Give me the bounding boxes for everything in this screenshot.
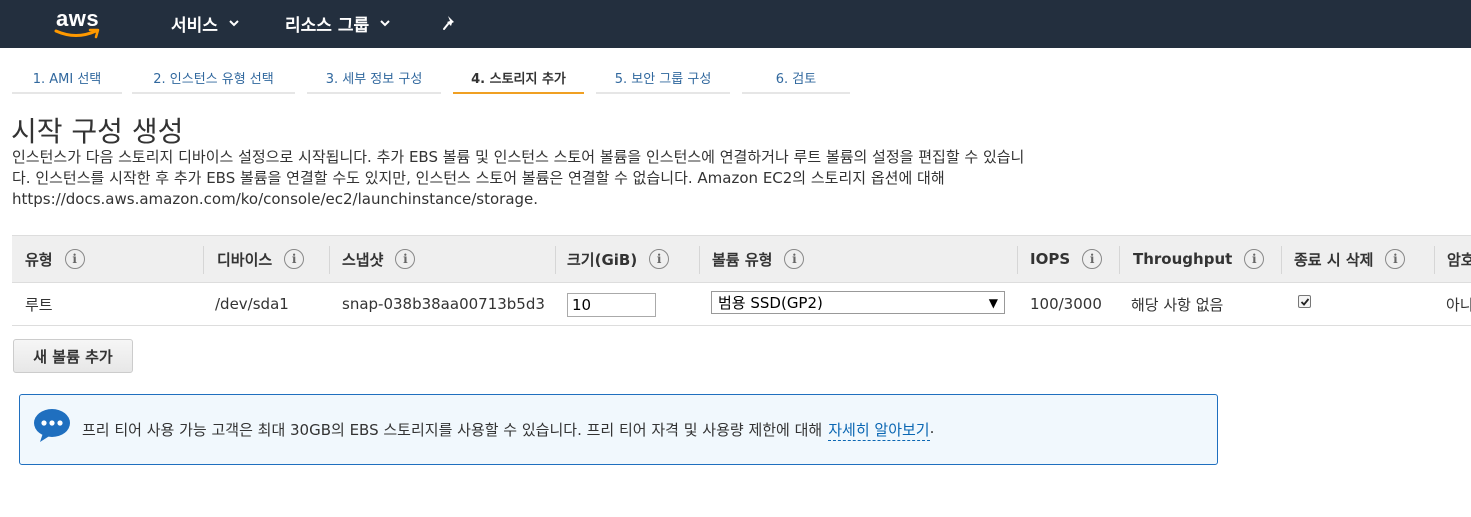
aws-smile-icon bbox=[54, 28, 100, 39]
column-divider bbox=[1281, 246, 1282, 274]
info-icon[interactable]: i bbox=[1385, 249, 1406, 269]
column-header-type: 유형 i bbox=[25, 236, 85, 282]
table-row: 루트 /dev/sda1 snap-038b38aa00713b5d3 범용 S… bbox=[12, 283, 1471, 326]
aws-logo[interactable]: aws bbox=[54, 6, 106, 40]
column-divider bbox=[699, 246, 700, 274]
column-header-label: IOPS bbox=[1030, 250, 1071, 268]
alert-text: 프리 티어 사용 가능 고객은 최대 30GB의 EBS 스토리지를 사용할 수… bbox=[82, 421, 823, 439]
description-link-line: https://docs.aws.amazon.com/ko/console/e… bbox=[12, 190, 539, 208]
page-description: 인스턴스가 다음 스토리지 디바이스 설정으로 시작됩니다. 추가 EBS 볼륨… bbox=[12, 147, 1232, 210]
column-divider bbox=[1434, 246, 1435, 274]
storage-table-header: 유형 i 디바이스 i 스냅샷 i 크기(GiB) i 볼륨 유형 i IOPS… bbox=[12, 235, 1471, 283]
column-header-label: 유형 bbox=[25, 250, 53, 269]
delete-on-termination-checkbox[interactable] bbox=[1298, 295, 1311, 308]
column-header-iops: IOPS i bbox=[1030, 236, 1103, 282]
cell-snapshot: snap-038b38aa00713b5d3 bbox=[342, 295, 545, 313]
column-header-encryption: 암호 bbox=[1447, 236, 1471, 282]
column-divider bbox=[1017, 246, 1018, 274]
step-3-configure-details[interactable]: 3. 세부 정보 구성 bbox=[307, 62, 441, 94]
column-header-delete-on-termination: 종료 시 삭제 i bbox=[1294, 236, 1406, 282]
column-header-size: 크기(GiB) i bbox=[567, 236, 670, 282]
page-title: 시작 구성 생성 bbox=[11, 115, 184, 148]
wizard-steps: 1. AMI 선택 2. 인스턴스 유형 선택 3. 세부 정보 구성 4. 스… bbox=[0, 62, 1471, 96]
info-icon[interactable]: i bbox=[64, 249, 85, 269]
info-icon[interactable]: i bbox=[284, 249, 305, 269]
pin-icon[interactable] bbox=[441, 14, 459, 32]
step-4-add-storage[interactable]: 4. 스토리지 추가 bbox=[453, 62, 584, 94]
services-label: 서비스 bbox=[171, 15, 218, 36]
column-header-label: Throughput bbox=[1133, 250, 1233, 268]
step-6-review[interactable]: 6. 검토 bbox=[742, 62, 850, 94]
resource-groups-menu[interactable]: 리소스 그룹 bbox=[285, 11, 391, 36]
info-icon[interactable]: i bbox=[1082, 249, 1103, 269]
column-header-label: 암호 bbox=[1447, 250, 1471, 269]
info-icon[interactable]: i bbox=[784, 249, 805, 269]
column-header-label: 크기(GiB) bbox=[567, 250, 638, 269]
learn-more-link[interactable]: 자세히 알아보기 bbox=[828, 419, 930, 441]
dropdown-arrow-icon: ▼ bbox=[988, 296, 998, 310]
services-menu[interactable]: 서비스 bbox=[171, 11, 240, 36]
column-header-volume-type: 볼륨 유형 i bbox=[712, 236, 805, 282]
info-icon[interactable]: i bbox=[395, 249, 416, 269]
info-icon[interactable]: i bbox=[649, 249, 670, 269]
description-line: 다. 인스턴스를 시작한 후 추가 EBS 볼륨을 연결할 수도 있지만, 인스… bbox=[12, 169, 945, 187]
chat-bubble-icon bbox=[34, 409, 70, 442]
volume-type-selected: 범용 SSD(GP2) bbox=[718, 294, 823, 312]
free-tier-info-alert: 프리 티어 사용 가능 고객은 최대 30GB의 EBS 스토리지를 사용할 수… bbox=[19, 394, 1218, 465]
alert-message: 프리 티어 사용 가능 고객은 최대 30GB의 EBS 스토리지를 사용할 수… bbox=[82, 419, 934, 441]
top-navigation-bar: aws 서비스 리소스 그룹 bbox=[0, 0, 1471, 48]
cell-device: /dev/sda1 bbox=[215, 295, 289, 313]
resource-groups-label: 리소스 그룹 bbox=[285, 15, 370, 36]
column-header-device: 디바이스 i bbox=[217, 236, 305, 282]
volume-type-select[interactable]: 범용 SSD(GP2) ▼ bbox=[711, 291, 1005, 314]
column-divider bbox=[329, 246, 330, 274]
cell-throughput: 해당 사항 없음 bbox=[1131, 295, 1224, 314]
column-divider bbox=[203, 246, 204, 274]
column-header-label: 디바이스 bbox=[217, 250, 273, 269]
column-header-label: 스냅샷 bbox=[342, 250, 384, 269]
chevron-down-icon bbox=[229, 20, 239, 27]
step-5-configure-security-group[interactable]: 5. 보안 그룹 구성 bbox=[596, 62, 730, 94]
checkmark-icon bbox=[1300, 297, 1309, 306]
add-new-volume-button[interactable]: 새 볼륨 추가 bbox=[13, 339, 133, 373]
column-divider bbox=[555, 246, 556, 274]
cell-encryption: 아니 bbox=[1446, 295, 1471, 314]
info-icon[interactable]: i bbox=[1244, 249, 1265, 269]
column-header-label: 종료 시 삭제 bbox=[1294, 250, 1374, 269]
alert-trailing: . bbox=[929, 419, 935, 437]
column-divider bbox=[1119, 246, 1120, 274]
description-line: 인스턴스가 다음 스토리지 디바이스 설정으로 시작됩니다. 추가 EBS 볼륨… bbox=[12, 148, 1025, 166]
step-1-choose-ami[interactable]: 1. AMI 선택 bbox=[12, 62, 122, 94]
column-header-throughput: Throughput i bbox=[1133, 236, 1265, 282]
size-input[interactable] bbox=[567, 293, 656, 317]
cell-type: 루트 bbox=[25, 295, 53, 314]
column-header-label: 볼륨 유형 bbox=[712, 250, 773, 269]
cell-iops: 100/3000 bbox=[1030, 295, 1102, 313]
chevron-down-icon bbox=[380, 20, 390, 27]
column-header-snapshot: 스냅샷 i bbox=[342, 236, 416, 282]
step-2-choose-instance-type[interactable]: 2. 인스턴스 유형 선택 bbox=[132, 62, 295, 94]
